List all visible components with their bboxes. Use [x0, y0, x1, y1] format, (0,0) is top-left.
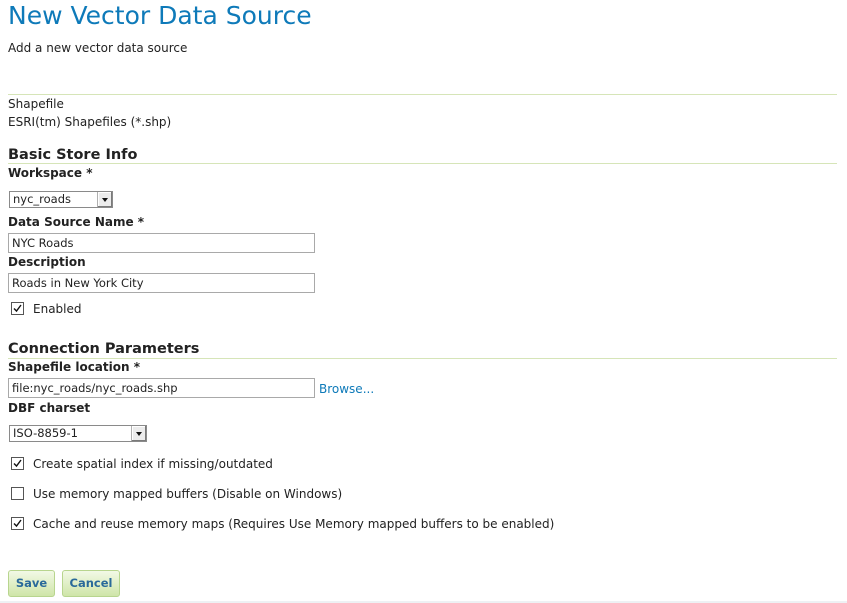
- store-type-description: ESRI(tm) Shapefiles (*.shp): [8, 115, 172, 129]
- checkmark-icon: [13, 459, 22, 468]
- dbf-charset-select[interactable]: ISO-8859-1: [9, 425, 147, 442]
- cancel-button[interactable]: Cancel: [62, 570, 120, 597]
- data-source-name-label: Data Source Name *: [8, 215, 145, 229]
- chevron-down-icon[interactable]: [97, 192, 112, 207]
- page-title: New Vector Data Source: [8, 1, 312, 30]
- memory-mapped-buffers-label: Use memory mapped buffers (Disable on Wi…: [33, 487, 343, 501]
- workspace-select[interactable]: nyc_roads: [9, 191, 113, 208]
- workspace-label: Workspace *: [8, 166, 93, 180]
- basic-info-divider: [8, 163, 837, 164]
- enabled-label: Enabled: [33, 302, 82, 316]
- shapefile-location-input[interactable]: file:nyc_roads/nyc_roads.shp: [8, 378, 315, 398]
- spatial-index-label: Create spatial index if missing/outdated: [33, 457, 273, 471]
- browse-link[interactable]: Browse...: [319, 381, 374, 397]
- store-type-name: Shapefile: [8, 97, 64, 111]
- dbf-charset-select-value: ISO-8859-1: [13, 426, 78, 440]
- connection-divider: [8, 358, 837, 359]
- workspace-select-value: nyc_roads: [13, 192, 72, 206]
- save-button[interactable]: Save: [8, 570, 55, 597]
- data-source-name-input[interactable]: NYC Roads: [8, 233, 315, 253]
- description-label: Description: [8, 255, 86, 269]
- checkmark-icon: [13, 519, 22, 528]
- checkmark-icon: [13, 304, 22, 313]
- cache-memory-maps-label: Cache and reuse memory maps (Requires Us…: [33, 517, 555, 531]
- page-description: Add a new vector data source: [8, 41, 188, 55]
- memory-mapped-buffers-checkbox[interactable]: [11, 487, 24, 500]
- shapefile-location-label: Shapefile location *: [8, 360, 140, 374]
- description-input[interactable]: Roads in New York City: [8, 273, 315, 293]
- enabled-checkbox[interactable]: [11, 302, 24, 315]
- cache-memory-maps-checkbox[interactable]: [11, 517, 24, 530]
- spatial-index-checkbox[interactable]: [11, 457, 24, 470]
- chevron-down-icon[interactable]: [131, 426, 146, 441]
- dbf-charset-label: DBF charset: [8, 401, 91, 415]
- connection-parameters-title: Connection Parameters: [8, 341, 200, 357]
- header-divider: [8, 94, 837, 95]
- basic-store-info-title: Basic Store Info: [8, 147, 138, 163]
